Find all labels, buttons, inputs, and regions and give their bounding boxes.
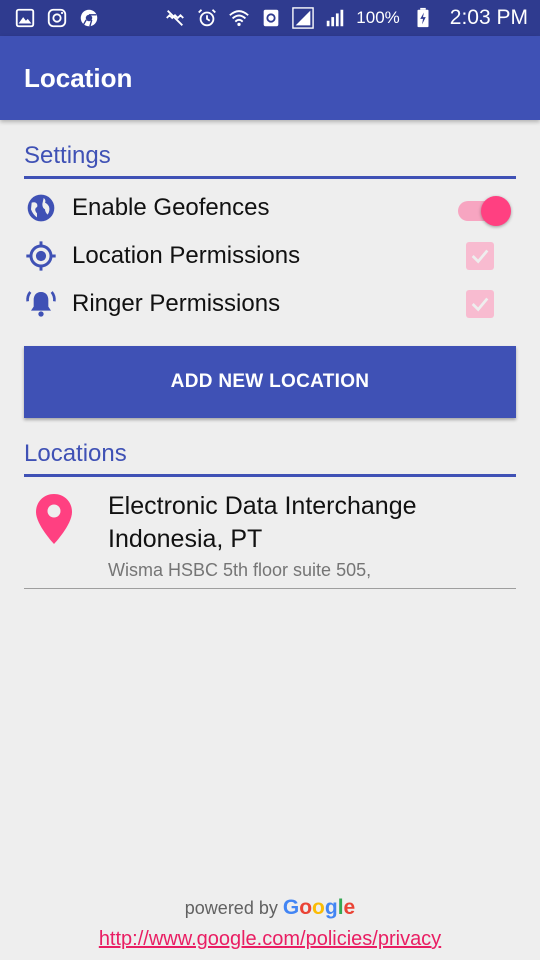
status-clock: 2:03 PM: [449, 6, 528, 29]
google-logo-letter: e: [343, 896, 356, 919]
wifi-icon: [228, 7, 250, 29]
list-item[interactable]: Electronic Data Interchange Indonesia, P…: [24, 484, 516, 589]
google-logo: Google: [283, 896, 355, 919]
enable-geofences-label: Enable Geofences: [72, 194, 270, 221]
powered-by-text: powered by: [184, 898, 278, 918]
battery-charging-icon: [412, 7, 434, 29]
toggle-thumb: [481, 196, 511, 226]
status-bar: 100% 2:03 PM: [0, 0, 540, 36]
map-pin-icon: [36, 494, 72, 544]
instagram-icon: [46, 7, 68, 29]
gallery-icon: [14, 7, 36, 29]
google-logo-letter: o: [299, 896, 313, 919]
mute-icon: [164, 7, 186, 29]
battery-percent: 100%: [356, 8, 400, 27]
locations-section-header: Locations: [24, 440, 516, 477]
ringer-permissions-checkbox[interactable]: [466, 290, 494, 318]
ringing-bell-icon: [24, 287, 58, 321]
chrome-icon: [78, 7, 100, 29]
google-logo-letter: g: [324, 896, 338, 919]
ringer-permissions-row[interactable]: Ringer Permissions: [24, 282, 516, 326]
signal-icon: [292, 7, 315, 29]
signal-2-icon: [324, 7, 346, 29]
globe-icon: [24, 191, 58, 225]
location-address: Wisma HSBC 5th floor suite 505,: [108, 560, 372, 580]
enable-geofences-row[interactable]: Enable Geofences: [24, 186, 516, 230]
gps-target-icon: [24, 239, 58, 273]
page-title: Location: [24, 62, 133, 93]
add-new-location-button[interactable]: ADD NEW LOCATION: [24, 346, 516, 418]
location-permissions-label: Location Permissions: [72, 242, 301, 269]
location-name: Electronic Data Interchange Indonesia, P…: [108, 492, 417, 553]
location-permissions-row[interactable]: Location Permissions: [24, 234, 516, 278]
ringer-permissions-label: Ringer Permissions: [72, 290, 281, 317]
alarm-icon: [196, 7, 218, 29]
privacy-policy-link[interactable]: http://www.google.com/policies/privacy: [0, 928, 540, 951]
app-bar: Location: [0, 36, 540, 120]
google-logo-letter: G: [282, 896, 300, 919]
location-permissions-checkbox[interactable]: [466, 242, 494, 270]
settings-section-header: Settings: [24, 142, 516, 179]
powered-by-google: powered by Google: [0, 896, 540, 920]
google-logo-letter: o: [312, 896, 325, 919]
enable-geofences-toggle[interactable]: [456, 191, 512, 226]
data-saver-icon: [260, 7, 282, 29]
status-left-icons: [14, 7, 100, 29]
status-right-icons: 100% 2:03 PM: [164, 6, 528, 30]
